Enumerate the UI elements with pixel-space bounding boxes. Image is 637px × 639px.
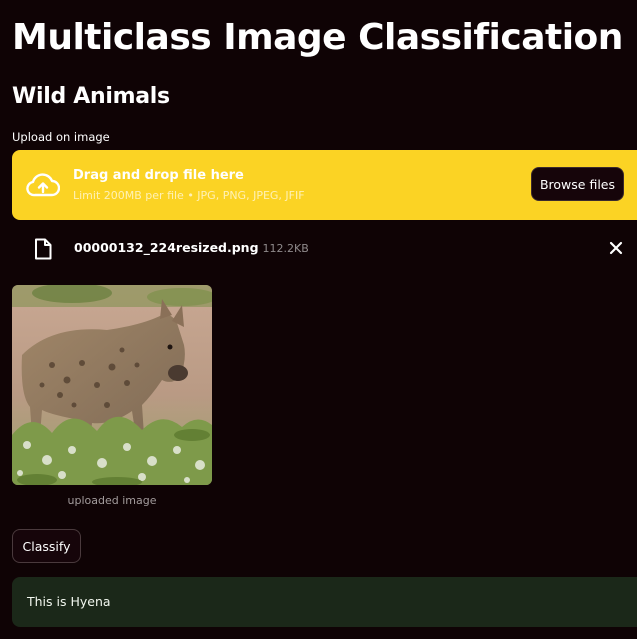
dropzone-title: Drag and drop file here xyxy=(73,168,244,183)
uploaded-image xyxy=(12,285,212,485)
browse-files-button[interactable]: Browse files xyxy=(531,167,624,201)
close-icon[interactable] xyxy=(608,240,624,256)
hyena-photo xyxy=(12,285,212,485)
image-caption: uploaded image xyxy=(67,494,157,507)
cloud-upload-icon xyxy=(26,173,60,197)
classify-button[interactable]: Classify xyxy=(12,529,81,563)
file-dropzone[interactable]: Drag and drop file here Limit 200MB per … xyxy=(12,150,637,220)
file-icon xyxy=(35,238,52,260)
app-page: Multiclass Image Classification Wild Ani… xyxy=(0,0,637,639)
dropzone-instructions: Drag and drop file here Limit 200MB per … xyxy=(73,167,305,204)
file-name: 00000132_224resized.png xyxy=(74,240,259,255)
result-text: This is Hyena xyxy=(27,594,111,609)
upload-label: Upload on image xyxy=(12,130,110,144)
dropzone-limit: Limit 200MB per file • JPG, PNG, JPEG, J… xyxy=(73,189,305,202)
page-title: Multiclass Image Classification xyxy=(12,17,623,58)
result-alert: This is Hyena xyxy=(12,577,637,627)
file-name-text: 00000132_224resized.png 112.2KB xyxy=(74,240,309,255)
uploaded-file-row: 00000132_224resized.png 112.2KB xyxy=(12,236,637,264)
page-subtitle: Wild Animals xyxy=(12,84,170,109)
file-size: 112.2KB xyxy=(262,242,309,255)
